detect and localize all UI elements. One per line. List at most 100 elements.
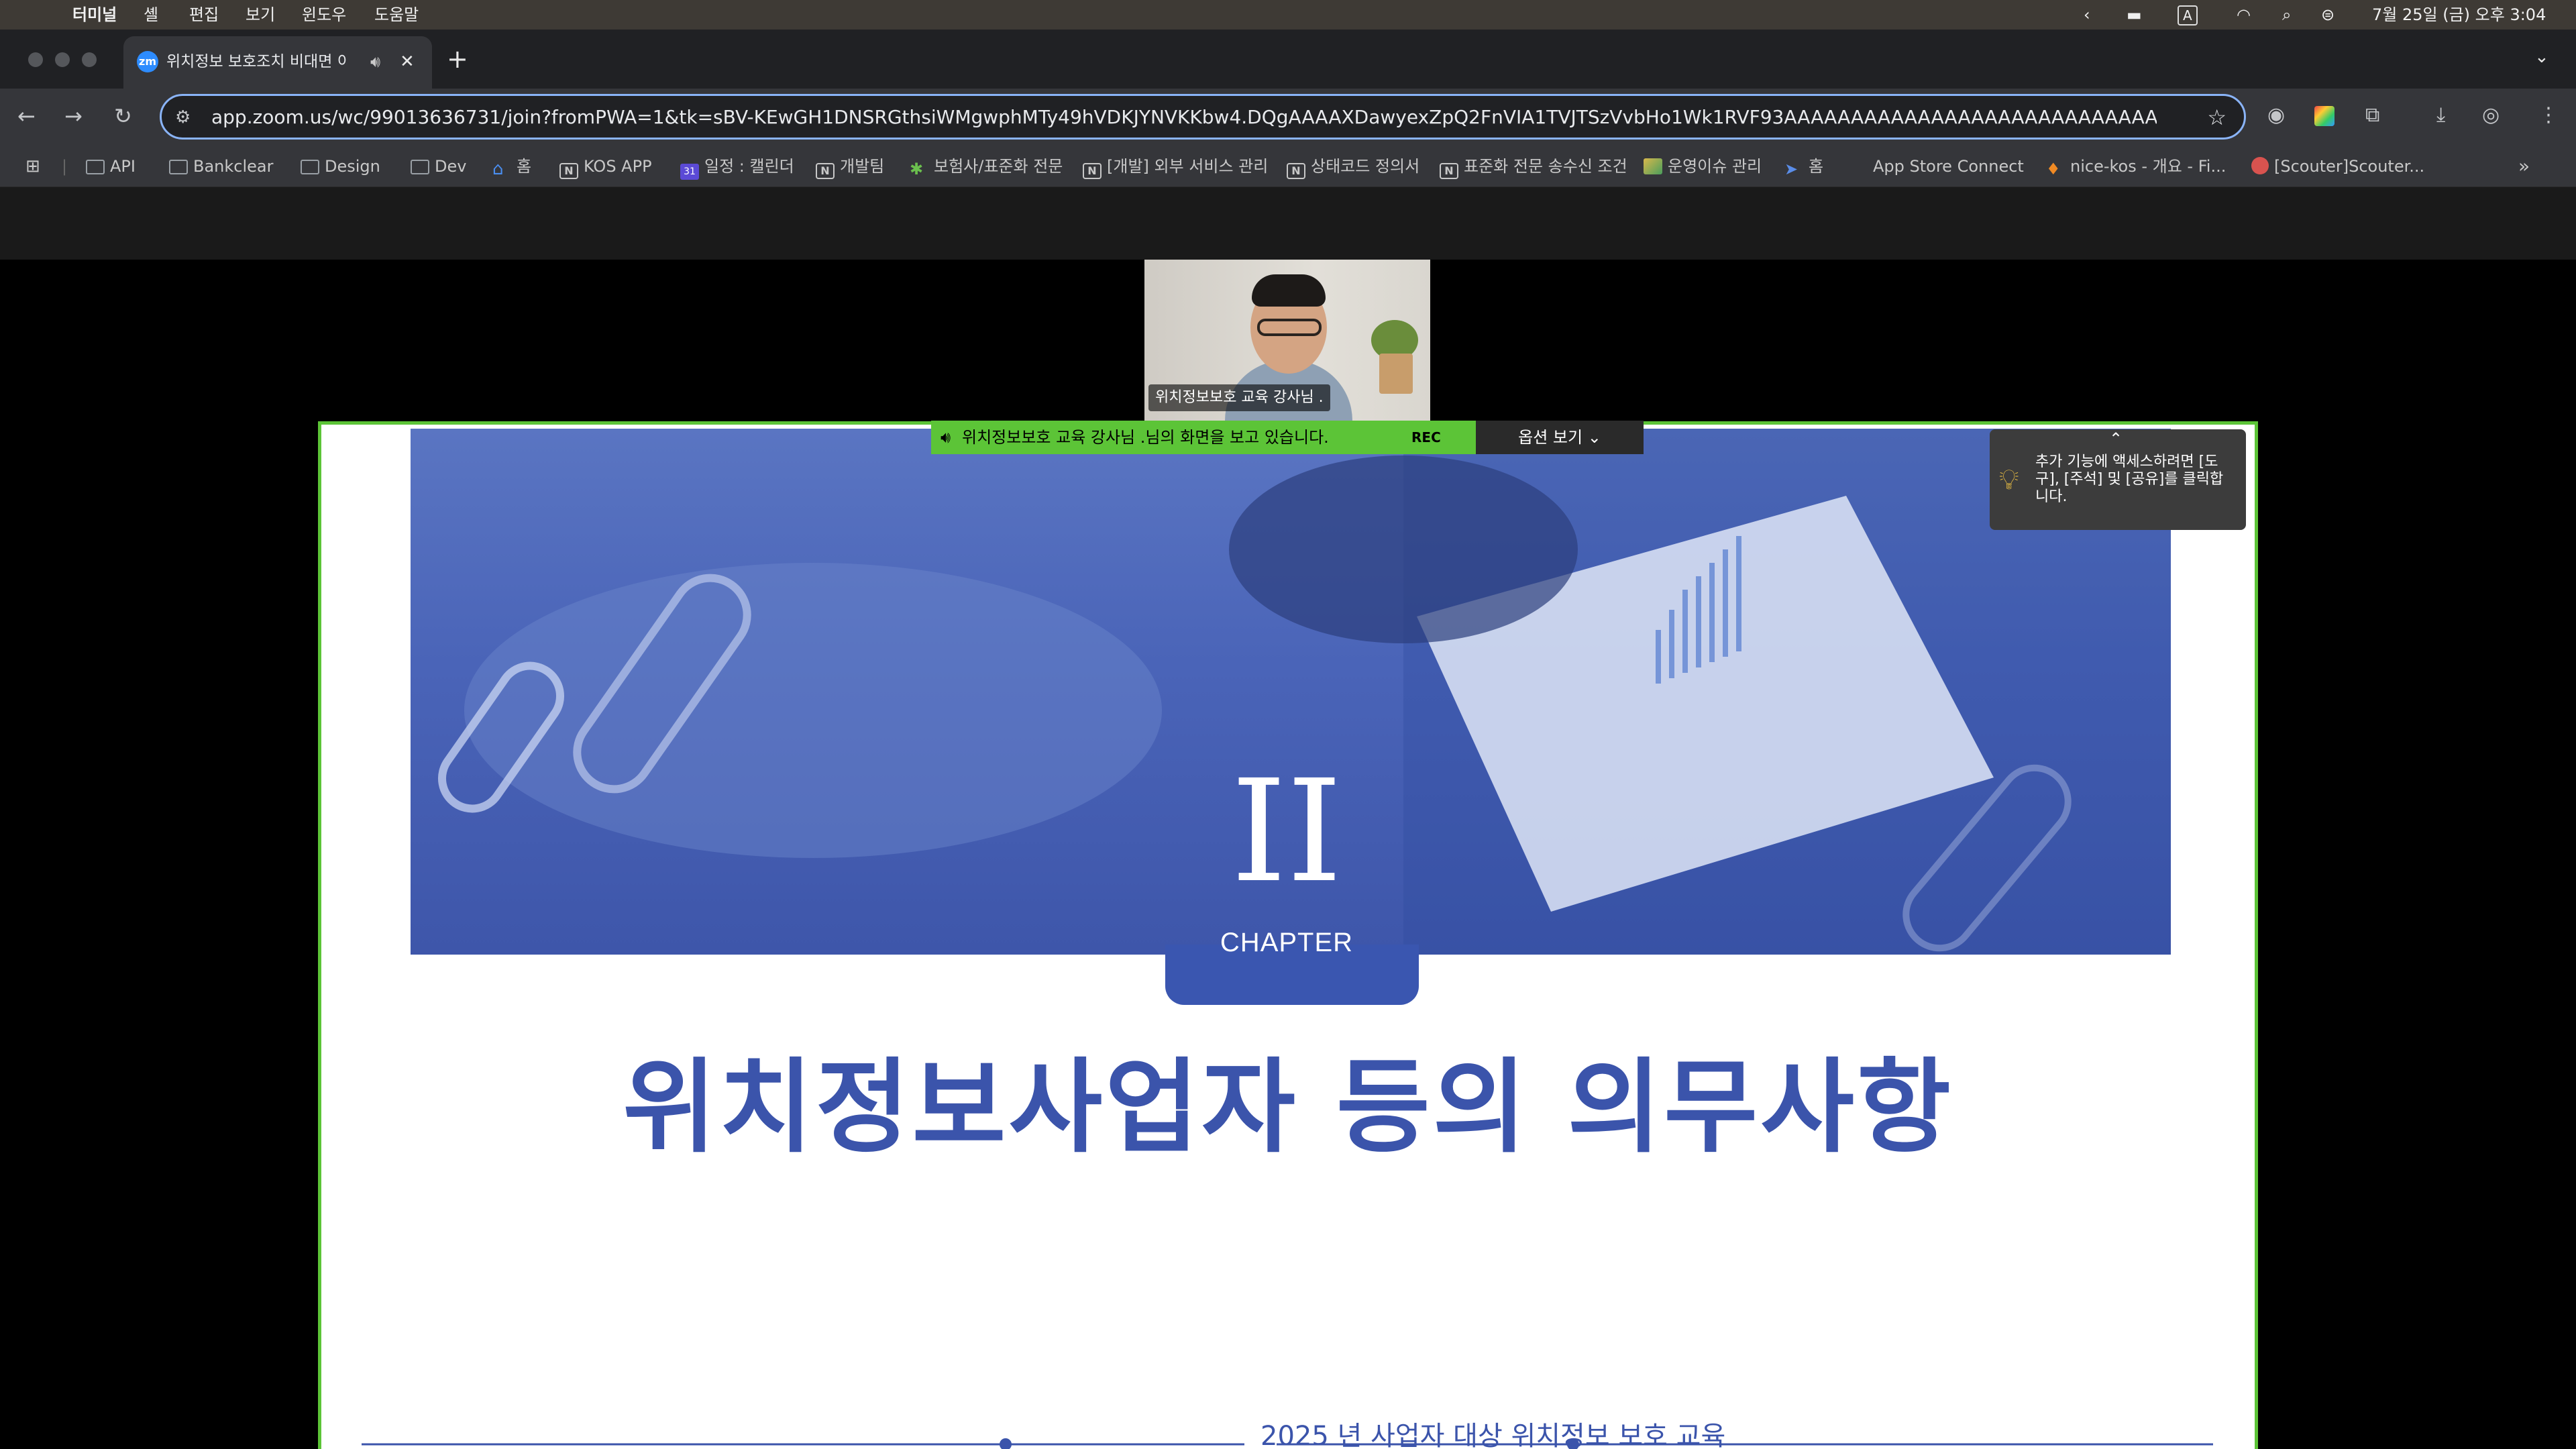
bookmark-status-code[interactable]: N 상태코드 정의서	[1287, 154, 1419, 179]
slide-footer: 2025 년 사업자 대상 위치정보 보호 교육	[1244, 1420, 1725, 1449]
folder-icon	[169, 160, 188, 174]
bookmark-label: 개발팀	[840, 157, 885, 176]
bookmarks-overflow-icon[interactable]: »	[2518, 154, 2530, 178]
bookmark-label: 일정 : 캘린더	[704, 157, 794, 176]
plant-pot-image	[1379, 354, 1413, 394]
bookmark-nice-kos[interactable]: ♦ nice-kos - 개요 - Fi...	[2046, 154, 2226, 178]
chapter-label: CHAPTER	[1220, 928, 1354, 957]
menu-help[interactable]: 도움말	[374, 4, 419, 25]
bookmark-app-store-connect[interactable]: App Store Connect	[1849, 154, 2024, 178]
bookmark-label: Dev	[435, 157, 467, 176]
tab-close-icon[interactable]: ✕	[400, 50, 415, 74]
flame-icon: ♦	[2046, 160, 2061, 178]
bookmark-label: KOS APP	[584, 157, 652, 176]
url-text[interactable]: app.zoom.us/wc/99013636731/join?fromPWA=…	[211, 104, 2157, 131]
address-bar[interactable]: ⚙ app.zoom.us/wc/99013636731/join?fromPW…	[160, 94, 2246, 140]
view-options-button[interactable]: 옵션 보기 ⌄	[1476, 421, 1644, 454]
bookmark-kos-app[interactable]: N KOS APP	[559, 154, 652, 179]
control-center-icon[interactable]: ⊜	[2321, 4, 2334, 25]
browser-tab-active[interactable]: zm 위치정보 보호조치 비대면 이론 🔊︎ ✕	[123, 36, 432, 89]
tooltip-text: 추가 기능에 액세스하려면 [도구], [주석] 및 [공유]를 클릭합니다.	[2035, 453, 2224, 505]
bookmarks-divider: |	[62, 157, 68, 176]
color-picker-extension-icon[interactable]	[2314, 106, 2334, 126]
chevron-left-icon[interactable]: ‹	[2084, 4, 2090, 25]
bookmark-insurer[interactable]: ✱ 보험사/표준화 전문	[910, 154, 1063, 178]
speaker-video-tile[interactable]: 위치정보보호 교육 강사님 .	[1144, 260, 1430, 421]
chevron-down-icon: ⌄	[1587, 428, 1601, 447]
bookmark-label: 보험사/표준화 전문	[934, 157, 1063, 176]
presentation-slide: II CHAPTER 위치정보사업자 등의 의무사항 2025 년 사업자 대상…	[321, 425, 2255, 1449]
menu-shell[interactable]: 셸	[144, 4, 158, 25]
chapter-number: II	[1231, 749, 1342, 914]
tab-title: 위치정보 보호조치 비대면 이론	[166, 53, 347, 70]
tools-tooltip[interactable]: ⌃ 💡︎ 추가 기능에 액세스하려면 [도구], [주석] 및 [공유]를 클릭…	[1990, 429, 2246, 530]
download-icon[interactable]: ⤓	[2436, 101, 2445, 130]
bookmark-home-2[interactable]: ➤ 홈	[1784, 154, 1823, 178]
back-arrow-icon[interactable]: ←	[17, 101, 36, 131]
macos-menu-bar: 터미널 셸 편집 보기 윈도우 도움말 ‹ ▬ A ◠ ⌕ ⊜ 7월 25일 (…	[0, 0, 2576, 30]
spotlight-search-icon[interactable]: ⌕	[2282, 4, 2291, 25]
collapse-caret-icon[interactable]: ⌃	[2109, 429, 2123, 448]
bookmark-dev-team[interactable]: N 개발팀	[816, 154, 884, 179]
puzzle-icon: ✱	[910, 160, 924, 178]
site-info-icon[interactable]: ⚙	[175, 104, 191, 131]
battery-icon[interactable]: ▬	[2127, 4, 2142, 25]
menu-terminal[interactable]: 터미널	[72, 4, 117, 25]
menu-window[interactable]: 윈도우	[302, 4, 346, 25]
new-tab-button[interactable]: +	[447, 44, 468, 74]
apple-icon	[1849, 158, 1868, 174]
menu-view[interactable]: 보기	[246, 4, 275, 25]
notion-icon: N	[1083, 163, 1102, 179]
bookmark-label: [개발] 외부 서비스 관리	[1107, 157, 1269, 176]
bookmark-star-icon[interactable]: ☆	[2207, 103, 2226, 132]
bookmark-label: API	[110, 157, 136, 176]
camera-icon[interactable]: ◉	[2267, 101, 2285, 130]
share-status-bar: 🔊︎ 위치정보보호 교육 강사님 .님의 화면을 보고 있습니다. REC	[931, 421, 1477, 454]
bookmark-label: App Store Connect	[1873, 157, 2024, 176]
bookmark-label: 상태코드 정의서	[1311, 157, 1420, 176]
bookmark-label: Bankclear	[193, 157, 274, 176]
more-menu-icon[interactable]: ⋮	[2538, 101, 2559, 130]
wifi-icon[interactable]: ◠	[2237, 4, 2251, 25]
input-source-indicator[interactable]: A	[2178, 5, 2198, 25]
bookmark-external-service[interactable]: N [개발] 외부 서비스 관리	[1083, 154, 1268, 179]
bookmark-standard-conditions[interactable]: N 표준화 전문 송수신 조건	[1440, 154, 1627, 179]
bookmark-home[interactable]: ⌂ 홈	[492, 154, 532, 179]
menu-datetime[interactable]: 7월 25일 (금) 오후 3:04	[2372, 4, 2546, 25]
window-zoom-button[interactable]	[82, 52, 97, 67]
notion-icon: N	[816, 163, 835, 179]
screen-share-banner: 🔊︎ 위치정보보호 교육 강사님 .님의 화면을 보고 있습니다. REC	[931, 421, 1477, 454]
speaker-glasses	[1257, 319, 1322, 336]
bookmark-label: [Scouter]Scouter...	[2274, 157, 2425, 176]
extensions-puzzle-icon[interactable]: ⧉	[2365, 101, 2379, 130]
speaker-volume-icon: 🔊︎	[941, 428, 951, 447]
speaker-hair	[1252, 274, 1326, 307]
forward-arrow-icon[interactable]: →	[64, 101, 83, 131]
folder-icon	[301, 160, 319, 174]
share-status-text: 위치정보보호 교육 강사님 .님의 화면을 보고 있습니다.	[962, 428, 1329, 447]
recording-indicator: REC	[1411, 429, 1441, 445]
bookmark-design[interactable]: Design	[301, 154, 380, 178]
bookmark-label: 홈	[517, 157, 532, 176]
bookmark-api[interactable]: API	[86, 154, 136, 178]
reload-icon[interactable]: ↻	[114, 101, 132, 131]
bookmark-dev[interactable]: Dev	[411, 154, 466, 178]
slide-title: 위치정보사업자 등의 의무사항	[623, 1048, 1953, 1167]
tab-audio-icon[interactable]: 🔊︎	[370, 50, 380, 74]
bookmark-bankclear[interactable]: Bankclear	[169, 154, 273, 178]
apps-grid-icon[interactable]: ⊞	[25, 154, 40, 178]
tab-search-chevron-icon[interactable]: ⌄	[2534, 47, 2549, 67]
bookmark-calendar[interactable]: 31 일정 : 캘린더	[680, 154, 794, 180]
window-close-button[interactable]	[28, 52, 43, 67]
view-options-label: 옵션 보기	[1518, 428, 1583, 447]
shared-screen[interactable]: II CHAPTER 위치정보사업자 등의 의무사항 2025 년 사업자 대상…	[318, 421, 2258, 1449]
bookmark-label: Design	[325, 157, 380, 176]
window-minimize-button[interactable]	[55, 52, 70, 67]
bookmark-label: 홈	[1809, 157, 1824, 176]
bookmark-ops-issues[interactable]: 운영이슈 관리	[1644, 154, 1762, 178]
profile-icon[interactable]: ◎	[2482, 101, 2500, 130]
folder-icon	[86, 160, 105, 174]
menu-edit[interactable]: 편집	[189, 4, 219, 25]
speaker-name-label: 위치정보보호 교육 강사님 .	[1148, 384, 1330, 411]
bookmark-scouter[interactable]: [Scouter]Scouter...	[2251, 154, 2424, 178]
